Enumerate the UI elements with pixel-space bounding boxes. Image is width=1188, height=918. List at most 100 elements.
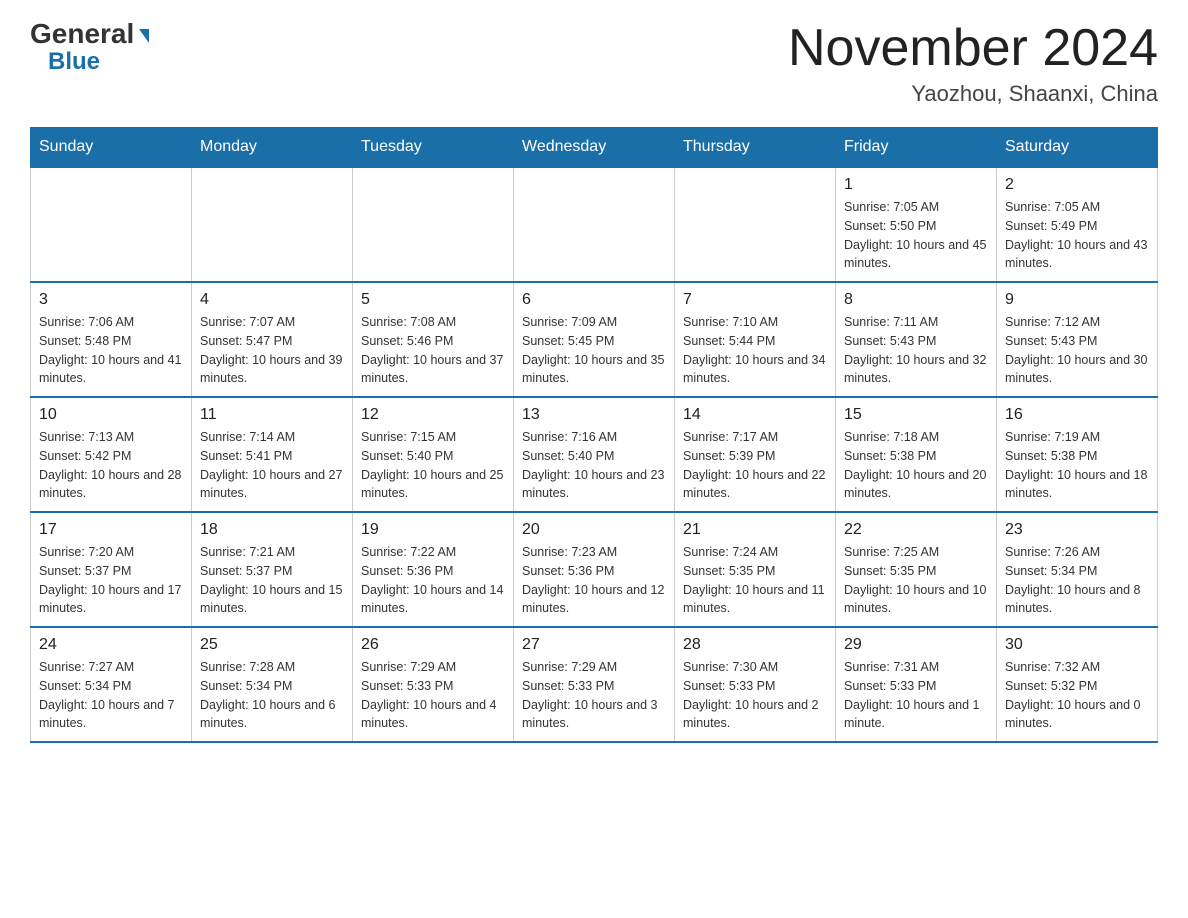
- calendar-cell: 1 Sunrise: 7:05 AMSunset: 5:50 PMDaylight…: [836, 167, 997, 282]
- month-title: November 2024: [788, 20, 1158, 77]
- col-monday: Monday: [192, 128, 353, 168]
- day-info: Sunrise: 7:16 AMSunset: 5:40 PMDaylight:…: [522, 428, 666, 503]
- day-info: Sunrise: 7:29 AMSunset: 5:33 PMDaylight:…: [522, 658, 666, 733]
- day-number: 26: [361, 636, 505, 654]
- day-number: 22: [844, 521, 988, 539]
- day-info: Sunrise: 7:23 AMSunset: 5:36 PMDaylight:…: [522, 543, 666, 618]
- location: Yaozhou, Shaanxi, China: [788, 81, 1158, 107]
- day-info: Sunrise: 7:24 AMSunset: 5:35 PMDaylight:…: [683, 543, 827, 618]
- day-number: 19: [361, 521, 505, 539]
- calendar-cell: 2 Sunrise: 7:05 AMSunset: 5:49 PMDaylight…: [997, 167, 1158, 282]
- col-wednesday: Wednesday: [514, 128, 675, 168]
- day-info: Sunrise: 7:26 AMSunset: 5:34 PMDaylight:…: [1005, 543, 1149, 618]
- day-number: 15: [844, 406, 988, 424]
- day-number: 14: [683, 406, 827, 424]
- col-saturday: Saturday: [997, 128, 1158, 168]
- calendar-cell: 6Sunrise: 7:09 AMSunset: 5:45 PMDaylight…: [514, 282, 675, 397]
- week-row-0: 1 Sunrise: 7:05 AMSunset: 5:50 PMDaylight…: [31, 167, 1158, 282]
- col-friday: Friday: [836, 128, 997, 168]
- calendar-cell: 14 Sunrise: 7:17 AMSunset: 5:39 PMDayligh…: [675, 397, 836, 512]
- calendar-cell: 27 Sunrise: 7:29 AMSunset: 5:33 PMDayligh…: [514, 627, 675, 742]
- calendar-cell: 21 Sunrise: 7:24 AMSunset: 5:35 PMDayligh…: [675, 512, 836, 627]
- day-info: Sunrise: 7:19 AMSunset: 5:38 PMDaylight:…: [1005, 428, 1149, 503]
- calendar-cell: [31, 167, 192, 282]
- calendar-cell: 26 Sunrise: 7:29 AMSunset: 5:33 PMDayligh…: [353, 627, 514, 742]
- calendar-cell: 8 Sunrise: 7:11 AMSunset: 5:43 PMDaylight…: [836, 282, 997, 397]
- day-info: Sunrise: 7:14 AMSunset: 5:41 PMDaylight:…: [200, 428, 344, 503]
- day-number: 24: [39, 636, 183, 654]
- col-thursday: Thursday: [675, 128, 836, 168]
- day-number: 12: [361, 406, 505, 424]
- calendar-cell: 9Sunrise: 7:12 AMSunset: 5:43 PMDaylight…: [997, 282, 1158, 397]
- weekday-header-row: Sunday Monday Tuesday Wednesday Thursday…: [31, 128, 1158, 168]
- day-info: Sunrise: 7:15 AMSunset: 5:40 PMDaylight:…: [361, 428, 505, 503]
- calendar-cell: 25 Sunrise: 7:28 AMSunset: 5:34 PMDayligh…: [192, 627, 353, 742]
- day-info: Sunrise: 7:29 AMSunset: 5:33 PMDaylight:…: [361, 658, 505, 733]
- week-row-3: 17 Sunrise: 7:20 AMSunset: 5:37 PMDayligh…: [31, 512, 1158, 627]
- day-info: Sunrise: 7:05 AMSunset: 5:49 PMDaylight:…: [1005, 198, 1149, 273]
- calendar-cell: 23 Sunrise: 7:26 AMSunset: 5:34 PMDayligh…: [997, 512, 1158, 627]
- day-info: Sunrise: 7:17 AMSunset: 5:39 PMDaylight:…: [683, 428, 827, 503]
- calendar-cell: [353, 167, 514, 282]
- day-number: 4: [200, 291, 344, 309]
- day-info: Sunrise: 7:18 AMSunset: 5:38 PMDaylight:…: [844, 428, 988, 503]
- calendar-cell: 4 Sunrise: 7:07 AMSunset: 5:47 PMDaylight…: [192, 282, 353, 397]
- calendar-cell: 3 Sunrise: 7:06 AMSunset: 5:48 PMDaylight…: [31, 282, 192, 397]
- day-number: 2: [1005, 176, 1149, 194]
- day-number: 29: [844, 636, 988, 654]
- calendar-cell: 7 Sunrise: 7:10 AMSunset: 5:44 PMDaylight…: [675, 282, 836, 397]
- calendar-cell: 15 Sunrise: 7:18 AMSunset: 5:38 PMDayligh…: [836, 397, 997, 512]
- day-info: Sunrise: 7:08 AMSunset: 5:46 PMDaylight:…: [361, 313, 505, 388]
- day-number: 21: [683, 521, 827, 539]
- day-info: Sunrise: 7:10 AMSunset: 5:44 PMDaylight:…: [683, 313, 827, 388]
- day-info: Sunrise: 7:32 AMSunset: 5:32 PMDaylight:…: [1005, 658, 1149, 733]
- calendar-cell: 5Sunrise: 7:08 AMSunset: 5:46 PMDaylight…: [353, 282, 514, 397]
- day-info: Sunrise: 7:22 AMSunset: 5:36 PMDaylight:…: [361, 543, 505, 618]
- calendar-table: Sunday Monday Tuesday Wednesday Thursday…: [30, 127, 1158, 743]
- day-number: 30: [1005, 636, 1149, 654]
- page-header: General Blue November 2024 Yaozhou, Shaa…: [30, 20, 1158, 107]
- day-number: 27: [522, 636, 666, 654]
- week-row-4: 24 Sunrise: 7:27 AMSunset: 5:34 PMDayligh…: [31, 627, 1158, 742]
- calendar-cell: 20 Sunrise: 7:23 AMSunset: 5:36 PMDayligh…: [514, 512, 675, 627]
- day-number: 20: [522, 521, 666, 539]
- day-info: Sunrise: 7:27 AMSunset: 5:34 PMDaylight:…: [39, 658, 183, 733]
- calendar-cell: 29Sunrise: 7:31 AMSunset: 5:33 PMDayligh…: [836, 627, 997, 742]
- day-info: Sunrise: 7:30 AMSunset: 5:33 PMDaylight:…: [683, 658, 827, 733]
- day-number: 11: [200, 406, 344, 424]
- day-info: Sunrise: 7:09 AMSunset: 5:45 PMDaylight:…: [522, 313, 666, 388]
- week-row-1: 3 Sunrise: 7:06 AMSunset: 5:48 PMDaylight…: [31, 282, 1158, 397]
- day-number: 1: [844, 176, 988, 194]
- title-section: November 2024 Yaozhou, Shaanxi, China: [788, 20, 1158, 107]
- day-number: 17: [39, 521, 183, 539]
- col-tuesday: Tuesday: [353, 128, 514, 168]
- calendar-cell: [514, 167, 675, 282]
- day-info: Sunrise: 7:07 AMSunset: 5:47 PMDaylight:…: [200, 313, 344, 388]
- day-info: Sunrise: 7:05 AMSunset: 5:50 PMDaylight:…: [844, 198, 988, 273]
- calendar-cell: 18Sunrise: 7:21 AMSunset: 5:37 PMDayligh…: [192, 512, 353, 627]
- day-number: 25: [200, 636, 344, 654]
- calendar-cell: 30 Sunrise: 7:32 AMSunset: 5:32 PMDayligh…: [997, 627, 1158, 742]
- calendar-cell: 17 Sunrise: 7:20 AMSunset: 5:37 PMDayligh…: [31, 512, 192, 627]
- day-number: 16: [1005, 406, 1149, 424]
- day-number: 3: [39, 291, 183, 309]
- col-sunday: Sunday: [31, 128, 192, 168]
- day-info: Sunrise: 7:25 AMSunset: 5:35 PMDaylight:…: [844, 543, 988, 618]
- day-info: Sunrise: 7:06 AMSunset: 5:48 PMDaylight:…: [39, 313, 183, 388]
- day-info: Sunrise: 7:28 AMSunset: 5:34 PMDaylight:…: [200, 658, 344, 733]
- day-number: 23: [1005, 521, 1149, 539]
- calendar-cell: 10Sunrise: 7:13 AMSunset: 5:42 PMDayligh…: [31, 397, 192, 512]
- logo-blue-text: Blue: [48, 48, 100, 76]
- calendar-cell: 12 Sunrise: 7:15 AMSunset: 5:40 PMDayligh…: [353, 397, 514, 512]
- day-number: 8: [844, 291, 988, 309]
- logo: General Blue: [30, 20, 149, 76]
- calendar-cell: 22 Sunrise: 7:25 AMSunset: 5:35 PMDayligh…: [836, 512, 997, 627]
- day-info: Sunrise: 7:20 AMSunset: 5:37 PMDaylight:…: [39, 543, 183, 618]
- day-info: Sunrise: 7:13 AMSunset: 5:42 PMDaylight:…: [39, 428, 183, 503]
- calendar-cell: 19 Sunrise: 7:22 AMSunset: 5:36 PMDayligh…: [353, 512, 514, 627]
- calendar-cell: 24 Sunrise: 7:27 AMSunset: 5:34 PMDayligh…: [31, 627, 192, 742]
- day-number: 7: [683, 291, 827, 309]
- day-info: Sunrise: 7:21 AMSunset: 5:37 PMDaylight:…: [200, 543, 344, 618]
- day-info: Sunrise: 7:11 AMSunset: 5:43 PMDaylight:…: [844, 313, 988, 388]
- calendar-cell: [675, 167, 836, 282]
